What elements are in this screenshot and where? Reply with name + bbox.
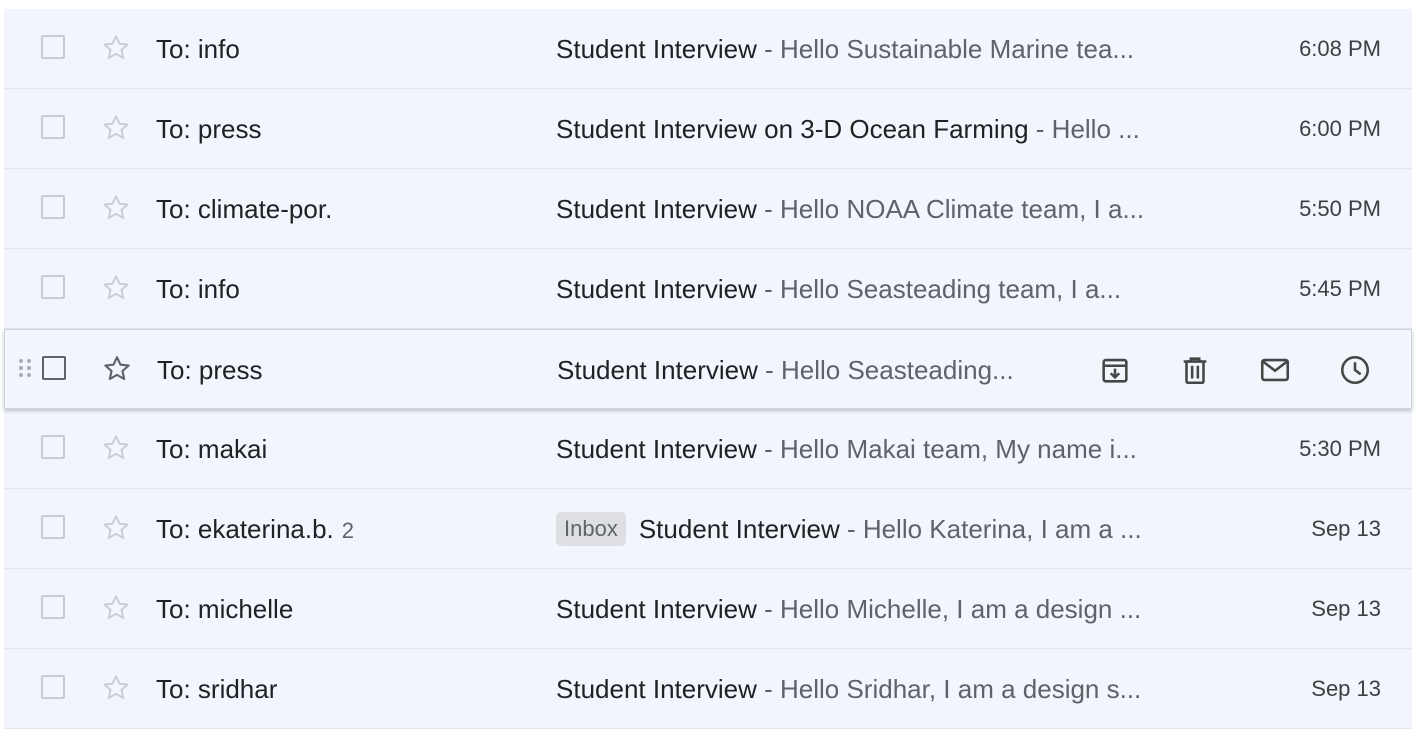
received-time: 5:50 PM [1299, 196, 1381, 221]
star-icon[interactable] [101, 353, 133, 385]
thread-count: 2 [341, 518, 355, 543]
snippet: - Hello Michelle, I am a design ... [756, 594, 1142, 624]
snooze-button[interactable] [1335, 350, 1375, 390]
select-checkbox[interactable] [41, 595, 65, 619]
email-row[interactable]: To: makai Student Interview - Hello Maka… [4, 409, 1412, 489]
sender: To: press [156, 89, 262, 169]
sender: To: info [156, 249, 240, 329]
select-checkbox[interactable] [41, 275, 65, 299]
message-preview: Student Interview - Hello Makai team, My… [556, 409, 1196, 489]
star-icon[interactable] [100, 592, 132, 624]
received-time: 5:45 PM [1299, 276, 1381, 301]
subject: Student Interview [557, 355, 758, 385]
received-time: 6:00 PM [1299, 116, 1381, 141]
message-preview: Student Interview - Hello Sridhar, I am … [556, 649, 1196, 729]
sender-name: To: info [156, 274, 240, 304]
sender-name: To: makai [156, 434, 268, 464]
sender-name: To: info [156, 34, 240, 64]
sender: To: info [156, 9, 240, 89]
select-checkbox[interactable] [41, 515, 65, 539]
hover-actions [1095, 350, 1375, 390]
select-checkbox[interactable] [42, 356, 66, 380]
sender-name: To: press [157, 355, 263, 385]
snippet: - Hello Sridhar, I am a design s... [756, 674, 1142, 704]
email-row[interactable]: To: ekaterina.b. 2 Inbox Student Interview… [4, 489, 1412, 569]
subject: Student Interview [556, 194, 757, 224]
message-preview: Inbox Student Interview - Hello Katerina,… [556, 489, 1196, 569]
message-preview: Student Interview - Hello NOAA Climate t… [556, 169, 1196, 249]
delete-button[interactable] [1175, 350, 1215, 390]
email-row[interactable]: To: climate-por. Student Interview - Hel… [4, 169, 1412, 249]
received-time: 6:08 PM [1299, 36, 1381, 61]
sender-name: To: press [156, 114, 262, 144]
sender-name: To: climate-por. [156, 194, 333, 224]
subject: Student Interview [556, 34, 757, 64]
message-preview: Student Interview - Hello Seasteading... [557, 330, 1057, 410]
snippet: - Hello Katerina, I am a ... [839, 514, 1142, 544]
trash-icon [1183, 357, 1207, 385]
drag-handle-icon[interactable] [19, 359, 31, 381]
star-icon[interactable] [100, 112, 132, 144]
snippet: - Hello Seasteading team, I a... [756, 274, 1122, 304]
subject: Student Interview [556, 434, 757, 464]
email-list: To: info Student Interview - Hello Susta… [4, 9, 1412, 729]
subject: Student Interview on 3-D Ocean Farming [556, 114, 1029, 144]
sender: To: michelle [156, 569, 293, 649]
subject: Student Interview [556, 274, 757, 304]
star-icon[interactable] [100, 32, 132, 64]
sender-name: To: sridhar [156, 674, 278, 704]
email-row-hovered[interactable]: To: press Student Interview - Hello Seas… [4, 329, 1412, 409]
archive-icon [1102, 358, 1128, 383]
sender-name: To: ekaterina.b. [156, 514, 334, 544]
message-preview: Student Interview on 3-D Ocean Farming -… [556, 89, 1196, 169]
email-row[interactable]: To: info Student Interview - Hello Seast… [4, 249, 1412, 329]
star-icon[interactable] [100, 512, 132, 544]
email-row[interactable]: To: michelle Student Interview - Hello M… [4, 569, 1412, 649]
subject: Student Interview [638, 514, 840, 544]
star-icon[interactable] [100, 672, 132, 704]
snippet: - Hello Sustainable Marine tea... [756, 34, 1135, 64]
sender: To: ekaterina.b. 2 [156, 489, 354, 571]
snippet: - Hello ... [1028, 114, 1140, 144]
select-checkbox[interactable] [41, 435, 65, 459]
sender: To: sridhar [156, 649, 277, 729]
email-row[interactable]: To: sridhar Student Interview - Hello Sr… [4, 649, 1412, 729]
subject: Student Interview [556, 674, 757, 704]
sender-name: To: michelle [156, 594, 294, 624]
received-time: 5:30 PM [1299, 436, 1381, 461]
select-checkbox[interactable] [41, 195, 65, 219]
mark-unread-icon [1260, 358, 1290, 382]
star-icon[interactable] [100, 272, 132, 304]
received-time: Sep 13 [1311, 676, 1381, 701]
message-preview: Student Interview - Hello Michelle, I am… [556, 569, 1196, 649]
sender: To: makai [156, 409, 267, 489]
message-preview: Student Interview - Hello Sustainable Ma… [556, 9, 1196, 89]
inbox-label[interactable]: Inbox [556, 512, 626, 547]
star-icon[interactable] [100, 192, 132, 224]
snippet: - Hello Seasteading... [757, 355, 1014, 385]
select-checkbox[interactable] [41, 35, 65, 59]
select-checkbox[interactable] [41, 675, 65, 699]
subject: Student Interview [556, 594, 757, 624]
snippet: - Hello NOAA Climate team, I a... [756, 194, 1145, 224]
email-row[interactable]: To: press Student Interview on 3-D Ocean… [4, 89, 1412, 169]
sender: To: climate-por. [156, 169, 332, 249]
snippet: - Hello Makai team, My name i... [756, 434, 1137, 464]
message-preview: Student Interview - Hello Seasteading te… [556, 249, 1196, 329]
archive-button[interactable] [1095, 350, 1135, 390]
received-time: Sep 13 [1311, 516, 1381, 541]
received-time: Sep 13 [1311, 596, 1381, 621]
star-icon[interactable] [100, 432, 132, 464]
email-row[interactable]: To: info Student Interview - Hello Susta… [4, 9, 1412, 89]
sender: To: press [157, 330, 263, 410]
snooze-icon [1340, 355, 1370, 385]
mark-unread-button[interactable] [1255, 350, 1295, 390]
select-checkbox[interactable] [41, 115, 65, 139]
